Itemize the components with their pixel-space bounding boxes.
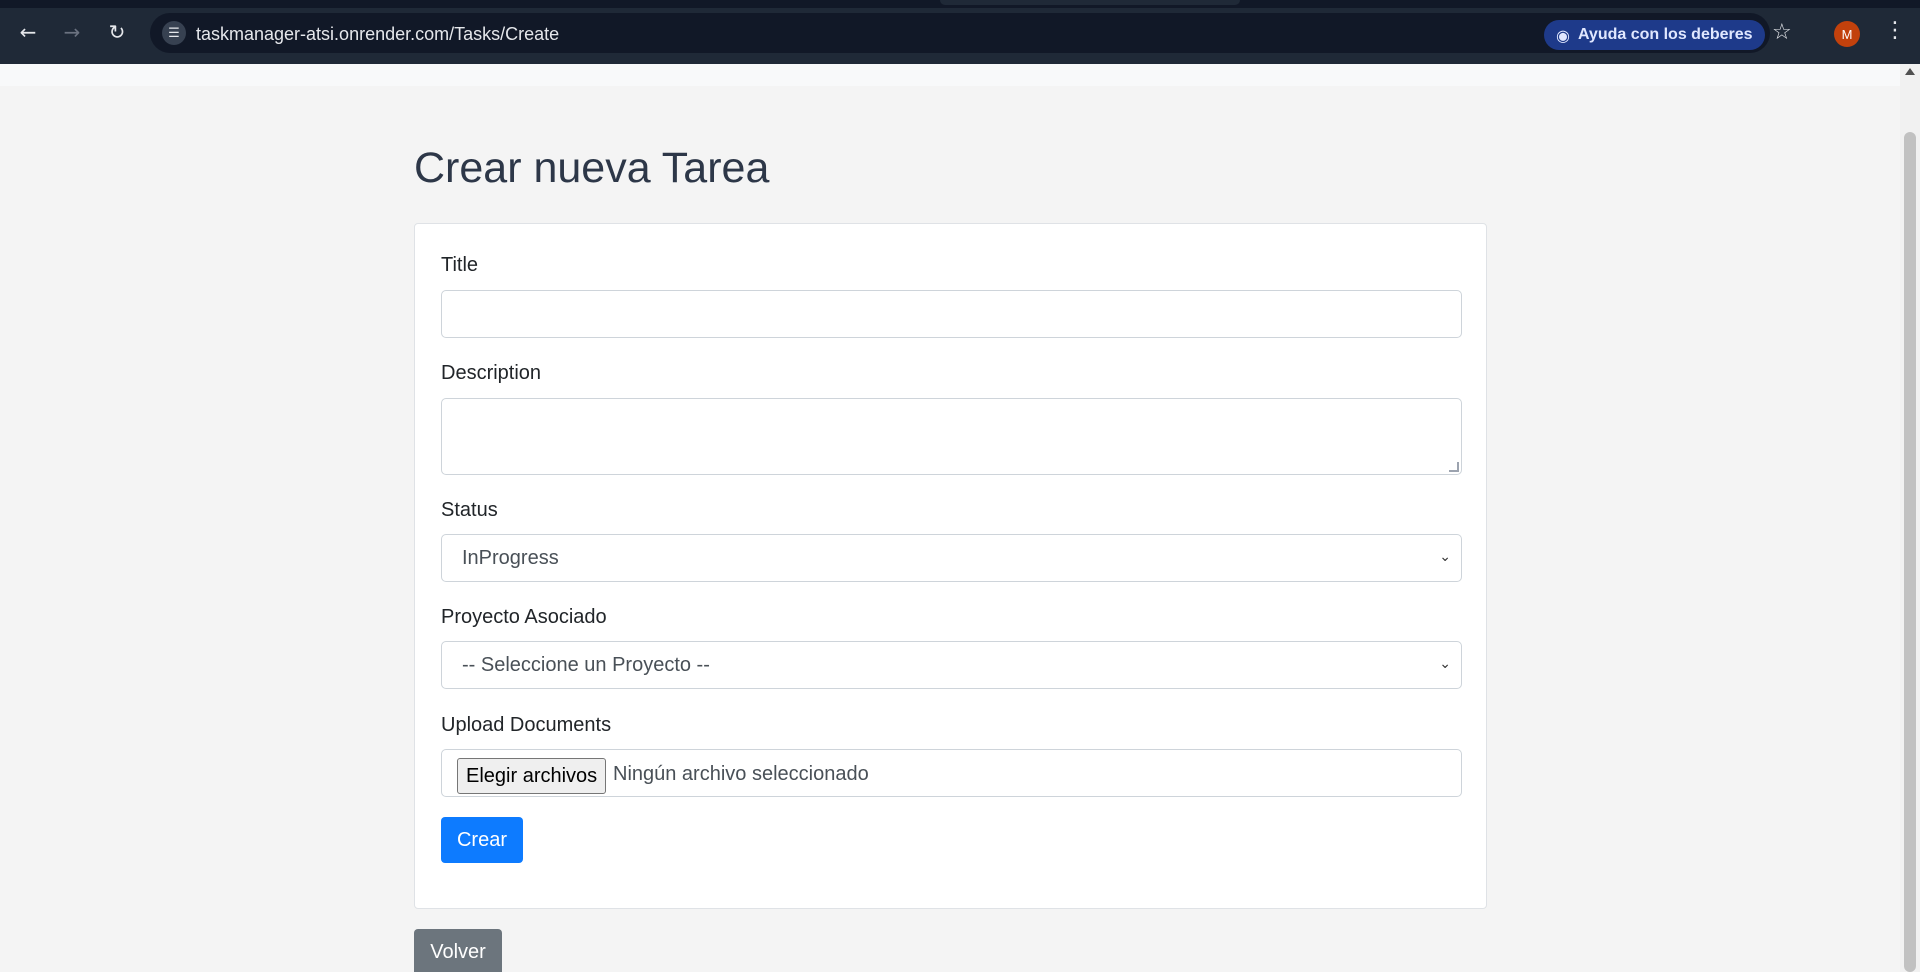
arrow-right-icon[interactable]: → <box>58 18 86 46</box>
lens-icon: ◉ <box>1556 25 1570 45</box>
reload-icon[interactable]: ↻ <box>103 18 131 46</box>
status-select[interactable]: InProgress ⌄ <box>441 534 1462 582</box>
address-bar[interactable]: ☰ taskmanager-atsi.onrender.com/Tasks/Cr… <box>150 13 1770 53</box>
chevron-down-icon: ⌄ <box>1439 656 1451 672</box>
page-title: Crear nueva Tarea <box>414 144 770 192</box>
title-input[interactable] <box>441 290 1462 338</box>
arrow-left-icon[interactable]: ← <box>14 18 42 46</box>
back-button[interactable]: Volver <box>414 929 502 972</box>
choose-files-button[interactable]: Elegir archivos <box>457 758 607 794</box>
tune-icon[interactable]: ☰ <box>162 21 186 45</box>
avatar[interactable]: M <box>1834 21 1860 47</box>
kebab-icon[interactable]: ⋮ <box>1884 18 1906 43</box>
star-icon[interactable]: ☆ <box>1772 20 1792 45</box>
browser-toolbar: ← → ↻ ☰ taskmanager-atsi.onrender.com/Ta… <box>0 0 1920 64</box>
file-status-text: Ningún archivo seleccionado <box>613 763 869 785</box>
navbar-remnant <box>0 64 1900 86</box>
status-label: Status <box>441 499 498 521</box>
task-form-card: Title Description Status InProgress ⌄ Pr… <box>414 223 1487 909</box>
url-text[interactable]: taskmanager-atsi.onrender.com/Tasks/Crea… <box>196 24 559 45</box>
homework-help-label: Ayuda con los deberes <box>1577 26 1753 43</box>
project-select[interactable]: -- Seleccione un Proyecto -- ⌄ <box>441 641 1462 689</box>
file-input[interactable]: Elegir archivos Ningún archivo seleccion… <box>441 749 1462 797</box>
scroll-thumb[interactable] <box>1904 132 1916 972</box>
resize-handle-icon[interactable] <box>1449 462 1459 472</box>
upload-label: Upload Documents <box>441 714 612 736</box>
title-label: Title <box>441 254 479 276</box>
chevron-down-icon: ⌄ <box>1439 549 1451 565</box>
project-selected-value: -- Seleccione un Proyecto -- <box>462 653 710 676</box>
status-selected-value: InProgress <box>462 546 559 569</box>
description-label: Description <box>441 362 542 384</box>
project-label: Proyecto Asociado <box>441 606 607 628</box>
homework-help-button[interactable]: ◉ Ayuda con los deberes <box>1544 20 1765 50</box>
scroll-up-icon[interactable] <box>1905 68 1915 75</box>
active-tab[interactable] <box>940 0 1240 5</box>
create-button[interactable]: Crear <box>441 817 523 863</box>
description-textarea[interactable] <box>441 398 1462 475</box>
